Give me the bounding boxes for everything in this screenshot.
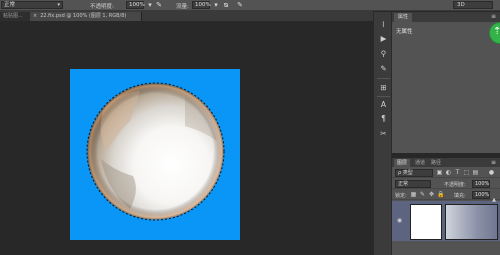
chevron-down-icon: ▾	[57, 2, 60, 8]
layer-thumbnail	[410, 204, 442, 240]
filter-toggle-icon[interactable]: ●	[488, 169, 495, 176]
layer-mask-thumbnail	[445, 204, 498, 240]
properties-panel: 属性 ≡ 无属性	[392, 12, 500, 153]
character-icon[interactable]: A	[379, 100, 388, 109]
tab-properties[interactable]: 属性	[394, 13, 413, 22]
lock-label: 锁定:	[395, 193, 407, 199]
document-tab-bar: 粘贴图... × 22.fix.psd @ 100% (图层 1, RGB/8)	[0, 11, 373, 21]
properties-tab-bar: 属性 ≡	[392, 12, 500, 22]
blend-mode-select[interactable]: 正常	[395, 180, 431, 188]
sphere-rim	[87, 83, 224, 220]
pixel-filter-icon[interactable]: ▣	[436, 169, 443, 176]
pressure-opacity-icon[interactable]: ✎	[155, 1, 163, 9]
panel-menu-icon[interactable]: ≡	[491, 159, 496, 166]
play-icon[interactable]: ▶	[379, 34, 388, 43]
layer-row-selected[interactable]: ◉	[392, 201, 500, 241]
close-icon[interactable]: ×	[33, 13, 37, 19]
blend-row: 正常 不透明度: 100%	[392, 178, 500, 189]
opacity-label: 不透明度:	[90, 4, 114, 10]
lock-transparency-icon[interactable]: ▦	[410, 191, 417, 198]
flow-field[interactable]: 100%	[192, 1, 211, 9]
layer-opacity-label: 不透明度:	[444, 182, 466, 188]
pressure-size-icon[interactable]: ✎	[236, 1, 244, 9]
upload-icon: ⇡	[493, 26, 500, 37]
no-properties-label: 无属性	[396, 29, 413, 35]
scroll-up-icon[interactable]: ▲	[490, 196, 498, 204]
lock-paint-icon[interactable]: ✎	[419, 191, 426, 198]
lock-row: 锁定: ▦ ✎ ✥ 🔒 填充: 100%	[392, 189, 500, 200]
flow-label: 流量:	[176, 4, 189, 10]
layers-panel: 图层 通道 路径 ≡ ρ 类型 ▣ ◐ T ⬚ ▤ ● 正常 不透明度: 100…	[392, 158, 500, 255]
brush-mode-value: 正常	[4, 2, 16, 8]
fill-label: 填充:	[454, 193, 466, 199]
dropdown-arrow-icon[interactable]: ▾	[212, 1, 220, 9]
tools-preset-icon[interactable]: ✂	[379, 129, 388, 138]
tab-pasted-image[interactable]: 粘贴图...	[0, 12, 30, 21]
shape-filter-icon[interactable]: ⬚	[463, 169, 470, 176]
visibility-eye-icon[interactable]: ◉	[396, 217, 403, 224]
brush-preset-icon[interactable]: ✎	[379, 64, 388, 73]
tool-divider	[377, 96, 390, 97]
tab-active-document[interactable]: × 22.fix.psd @ 100% (图层 1, RGB/8)	[30, 12, 142, 21]
adjustment-filter-icon[interactable]: ◐	[445, 169, 452, 176]
layer-kind-filter[interactable]: ρ 类型	[395, 169, 433, 177]
dropdown-arrow-icon[interactable]: ▾	[146, 1, 154, 9]
type-filter-icon[interactable]: T	[454, 169, 461, 176]
adjustment-icon[interactable]: ⚲	[379, 49, 388, 58]
history-icon[interactable]: ⌇	[379, 20, 388, 29]
tab-active-label: 22.fix.psd @ 100% (图层 1, RGB/8)	[40, 13, 127, 19]
tab-paths[interactable]: 路径	[428, 159, 444, 167]
sphere-layer[interactable]	[85, 81, 226, 222]
brush-mode-select[interactable]: 正常 ▾	[1, 1, 63, 9]
panel-icon-strip: ⌇ ▶ ⚲ ✎ ⊞ A ¶ ✂	[373, 12, 392, 255]
fill-field[interactable]: 100%	[472, 191, 490, 199]
tab-layers[interactable]: 图层	[394, 159, 411, 167]
layers-tab-bar: 图层 通道 路径 ≡	[392, 158, 500, 167]
smart-object-filter-icon[interactable]: ▤	[472, 169, 479, 176]
paragraph-icon[interactable]: ¶	[379, 114, 388, 123]
opacity-field[interactable]: 100%	[126, 1, 145, 9]
tab-channels[interactable]: 通道	[412, 159, 428, 167]
layer-filter-row: ρ 类型 ▣ ◐ T ⬚ ▤ ●	[392, 167, 500, 178]
workspace-select[interactable]: 3D	[453, 1, 493, 9]
lock-all-icon[interactable]: 🔒	[437, 191, 444, 198]
clone-source-icon[interactable]: ⊞	[379, 83, 388, 92]
options-bar: 正常 ▾ 不透明度: 100% ▾ ✎ 流量: 100% ▾ ᴓ ✎ 3D	[0, 0, 500, 11]
panel-menu-icon[interactable]: ≡	[491, 13, 496, 20]
tool-divider	[377, 78, 390, 79]
airbrush-icon[interactable]: ᴓ	[222, 1, 230, 9]
layer-opacity-field[interactable]: 100%	[472, 180, 490, 188]
lock-move-icon[interactable]: ✥	[428, 191, 435, 198]
